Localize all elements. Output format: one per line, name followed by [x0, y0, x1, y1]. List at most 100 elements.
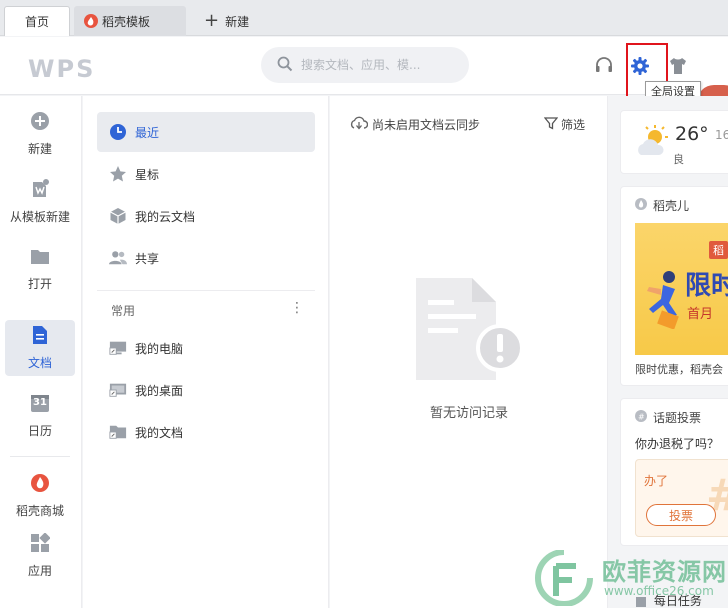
- plus-icon: +: [204, 10, 220, 31]
- filter-button[interactable]: 筛选: [543, 116, 586, 133]
- sidebar-item-my-computer-label: 我的电脑: [135, 341, 184, 356]
- vote-card-title: # 话题投票: [635, 409, 701, 426]
- weather-temperature: 26°: [675, 123, 709, 145]
- skin-shirt-icon[interactable]: [667, 55, 689, 77]
- sidebar-item-shared[interactable]: 共享: [97, 238, 315, 278]
- docer-card[interactable]: 稻壳儿 稻 限时 首月 限时优惠，稻壳会: [620, 186, 728, 386]
- svg-text:#: #: [638, 413, 645, 422]
- filter-label: 筛选: [561, 118, 586, 132]
- document-icon: [32, 325, 48, 348]
- nav-new[interactable]: 新建: [5, 106, 75, 162]
- tab-home[interactable]: 首页: [4, 6, 70, 36]
- weather-card[interactable]: 26° 16° 良: [620, 110, 728, 174]
- nav-calendar[interactable]: 31 日历: [5, 388, 75, 444]
- more-options-icon[interactable]: ⋮: [290, 300, 304, 316]
- vote-option-box: 办了 # 投票: [635, 459, 728, 537]
- star-icon: [109, 165, 127, 183]
- folder-shortcut-icon: [109, 423, 127, 441]
- tab-home-label: 首页: [24, 15, 49, 29]
- nav-documents[interactable]: 文档: [5, 320, 75, 376]
- search-icon: [277, 56, 293, 75]
- sun-cloud-icon: [635, 125, 669, 162]
- nav-open[interactable]: 打开: [5, 242, 75, 298]
- computer-icon: [109, 339, 127, 357]
- desktop-icon: [109, 381, 127, 399]
- cube-icon: [109, 207, 127, 225]
- search-box[interactable]: [261, 47, 469, 83]
- docer-icon: [30, 473, 50, 496]
- nav-from-template-label: 从模板新建: [9, 210, 70, 224]
- nav-docer-store-label: 稻壳商城: [15, 504, 64, 518]
- wps-logo: WPS: [28, 55, 96, 83]
- vote-option-text: 办了: [644, 474, 669, 488]
- calendar-icon: 31: [30, 393, 50, 416]
- nav-open-label: 打开: [27, 277, 52, 291]
- docer-promo-banner[interactable]: 稻 限时 首月: [635, 223, 728, 355]
- docer-card-title-text: 稻壳儿: [653, 199, 690, 213]
- sidebar-item-cloud-docs[interactable]: 我的云文档: [97, 196, 315, 236]
- banner-headline: 限时: [685, 271, 728, 301]
- cloud-sync-text: 尚未启用文档云同步: [372, 118, 481, 132]
- section-common-label: 常用: [111, 304, 136, 318]
- tab-docer-template-label: 稻壳模板: [102, 14, 151, 29]
- cloud-sync-link[interactable]: 尚未启用文档云同步: [350, 116, 480, 133]
- cloud-sync-icon: [350, 116, 369, 133]
- headset-icon[interactable]: [593, 55, 615, 77]
- folder-icon: [30, 248, 50, 269]
- sidebar-item-shared-label: 共享: [135, 251, 160, 266]
- sidebar-item-my-documents-label: 我的文档: [135, 425, 184, 440]
- topic-icon: #: [635, 410, 647, 425]
- left-nav: 新建 从模板新建 打开 文档 31 日历 稻壳商城 应用: [0, 96, 82, 608]
- filter-icon: [543, 116, 559, 133]
- new-tab-label: 新建: [225, 14, 250, 29]
- recent-files-panel: 尚未启用文档云同步 筛选 暂无访问记录: [330, 96, 608, 608]
- watermark-url: www.office26.com: [604, 584, 714, 598]
- weather-condition: 良: [673, 153, 684, 166]
- weather-low-temperature: 16°: [715, 128, 728, 142]
- sidebar-item-my-computer[interactable]: 我的电脑: [97, 328, 315, 368]
- search-input[interactable]: [301, 58, 451, 72]
- banner-subline: 首月: [687, 307, 714, 322]
- sidebar-item-my-desktop[interactable]: 我的桌面: [97, 370, 315, 410]
- apps-icon: [30, 532, 51, 556]
- nav-apps-label: 应用: [27, 564, 52, 578]
- nav-calendar-label: 日历: [27, 424, 52, 438]
- nav-docer-store[interactable]: 稻壳商城: [5, 468, 75, 524]
- docer-small-icon: [635, 198, 647, 213]
- empty-document-illustration: [414, 276, 524, 389]
- tab-docer-template[interactable]: 稻壳模板: [74, 6, 186, 36]
- sidebar-item-starred-label: 星标: [135, 167, 160, 182]
- sidebar-item-cloud-docs-label: 我的云文档: [135, 209, 196, 224]
- nav-new-label: 新建: [27, 142, 52, 156]
- nav-documents-label: 文档: [27, 356, 52, 370]
- watermark-logo: [534, 549, 594, 608]
- sidebar-divider: [97, 290, 315, 291]
- right-panel: 26° 16° 良 稻壳儿 稻 限时 首月 限时优惠，稻壳会 # 话题投票 你办…: [610, 96, 728, 608]
- sidebar-item-my-documents[interactable]: 我的文档: [97, 412, 315, 452]
- template-icon: [30, 179, 50, 202]
- top-header: WPS 您正: [0, 37, 728, 119]
- site-watermark: 欧菲资源网 www.office26.com: [530, 548, 728, 608]
- plus-circle-icon: [30, 111, 50, 134]
- docer-card-title: 稻壳儿: [635, 197, 689, 214]
- sidebar-item-my-desktop-label: 我的桌面: [135, 383, 184, 398]
- tab-bar: 首页 稻壳模板 + 新建: [0, 0, 728, 36]
- docer-logo-icon: [84, 14, 98, 28]
- nav-apps[interactable]: 应用: [5, 528, 75, 584]
- calendar-day: 31: [33, 397, 47, 408]
- sidebar-item-starred[interactable]: 星标: [97, 154, 315, 194]
- empty-state-text: 暂无访问记录: [429, 406, 508, 421]
- vote-card: # 话题投票 你办退税了吗？ 办了 # 投票: [620, 398, 728, 546]
- banner-tag: 稻: [709, 241, 728, 259]
- nav-from-template[interactable]: 从模板新建: [5, 174, 75, 230]
- sidebar-item-recent[interactable]: 最近: [97, 112, 315, 152]
- runner-illustration: [639, 269, 685, 332]
- docer-promo-caption: 限时优惠，稻壳会: [635, 363, 723, 376]
- file-sidebar: 最近 星标 我的云文档 共享 常用 ⋮ 我的电脑 我的桌面 我的文档: [83, 96, 329, 608]
- vote-question: 你办退税了吗？: [635, 437, 720, 451]
- new-tab-button[interactable]: + 新建: [198, 6, 268, 36]
- watermark-text: 欧菲资源网: [602, 558, 727, 586]
- sidebar-item-recent-label: 最近: [135, 125, 160, 140]
- vote-button[interactable]: 投票: [646, 504, 716, 526]
- nav-divider: [10, 456, 70, 457]
